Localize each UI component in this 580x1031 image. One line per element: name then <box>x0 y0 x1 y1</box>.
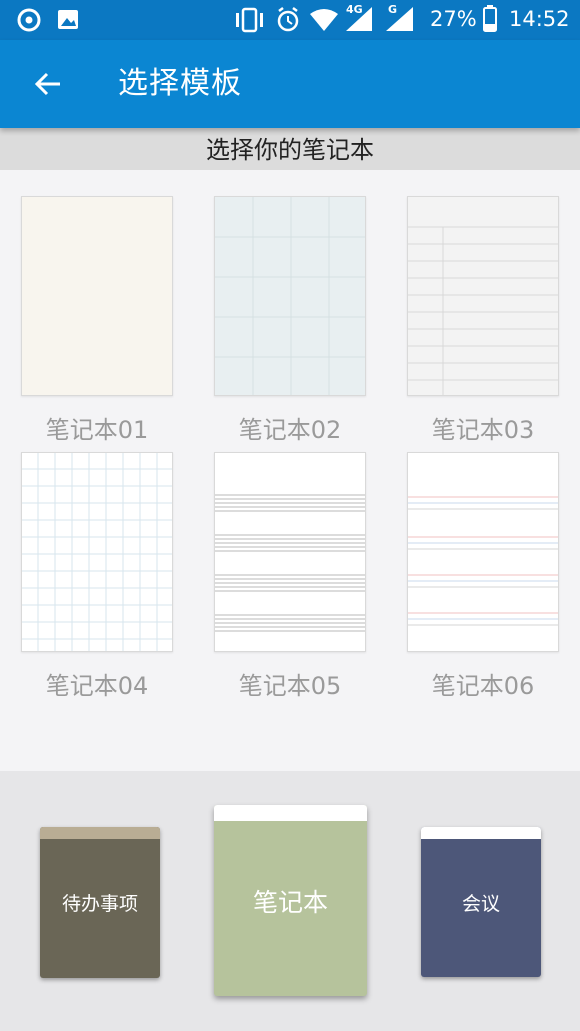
page-title: 选择模板 <box>118 66 242 101</box>
cover-label: 笔记本 <box>252 887 328 917</box>
cover-meeting[interactable]: 会议 <box>421 827 541 977</box>
template-thumbnail-06[interactable] <box>407 452 559 652</box>
back-button[interactable] <box>26 62 70 106</box>
cover-picker: 待办事项 笔记本 会议 <box>0 771 580 1031</box>
cover-todo[interactable]: 待办事项 <box>40 827 160 978</box>
template-thumbnail-03[interactable] <box>407 196 559 396</box>
status-bar: 4G G 27% 14:52 <box>0 0 580 40</box>
clock: 14:52 <box>509 7 570 31</box>
template-label-01: 笔记本01 <box>45 416 149 444</box>
template-thumbnail-01[interactable] <box>21 196 173 396</box>
battery-icon <box>483 5 497 32</box>
cover-strip <box>40 827 160 839</box>
cover-strip <box>421 827 541 839</box>
template-grid: 笔记本01 笔记本02 笔记本03 笔记本04 笔记本05 笔记本06 <box>0 170 580 771</box>
template-thumbnail-05[interactable] <box>214 452 366 652</box>
status-icons <box>17 5 497 33</box>
template-label-06: 笔记本06 <box>431 672 535 700</box>
network-4g-label: 4G <box>346 3 363 16</box>
image-icon <box>58 10 78 29</box>
network-g-label: G <box>388 3 398 16</box>
template-thumbnail-04[interactable] <box>21 452 173 652</box>
template-label-05: 笔记本05 <box>238 672 342 700</box>
template-label-03: 笔记本03 <box>431 416 535 444</box>
vibrate-icon <box>236 7 263 33</box>
battery-percent: 27% <box>430 7 477 31</box>
cover-label: 会议 <box>461 892 500 915</box>
section-title: 选择你的笔记本 <box>0 128 580 170</box>
wifi-icon <box>310 9 338 31</box>
cover-notebook[interactable]: 笔记本 <box>214 805 367 996</box>
template-label-02: 笔记本02 <box>238 416 342 444</box>
app-bar: 选择模板 <box>0 40 580 128</box>
alarm-icon <box>277 7 299 32</box>
template-thumbnail-02[interactable] <box>214 196 366 396</box>
netease-music-icon <box>17 8 41 32</box>
arrow-left-icon <box>34 72 60 96</box>
template-label-04: 笔记本04 <box>45 672 149 700</box>
cover-label: 待办事项 <box>61 893 138 915</box>
cover-strip <box>214 805 367 821</box>
